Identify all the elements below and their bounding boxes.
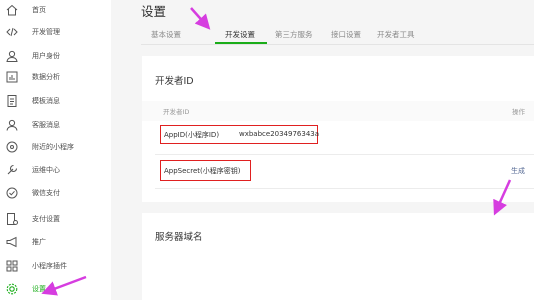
user-icon [5, 49, 19, 63]
tabs-divider [141, 44, 534, 45]
sidebar-item-wechat-pay[interactable]: 微信支付 [0, 183, 111, 203]
sidebar-item-ops-center[interactable]: 运维中心 [0, 160, 111, 180]
tab-dev-tools[interactable]: 开发者工具 [377, 29, 415, 40]
document-icon [5, 94, 19, 108]
tab-third-party[interactable]: 第三方服务 [275, 29, 313, 40]
tab-dev-settings[interactable]: 开发设置 [225, 29, 255, 40]
server-domain-title: 服务器域名 [155, 232, 203, 243]
wechat-pay-icon [5, 186, 19, 200]
sidebar-item-template-messages[interactable]: 模板消息 [0, 91, 111, 111]
appsecret-label: AppSecret(小程序密钥) [164, 167, 241, 175]
sidebar-item-promotion[interactable]: 推广 [0, 232, 111, 252]
sidebar-item-label: 首页 [32, 6, 46, 14]
sidebar-item-label: 小程序插件 [32, 262, 67, 270]
table-header: 开发者ID 操作 [142, 101, 534, 121]
payment-settings-icon [5, 212, 19, 226]
server-domain-card: 服务器域名 [142, 213, 534, 300]
sidebar-item-label: 附近的小程序 [32, 143, 74, 151]
sidebar-item-label: 运维中心 [32, 166, 60, 174]
sidebar-item-home[interactable]: 首页 [0, 0, 111, 20]
settings-gear-icon [5, 282, 19, 296]
developer-id-card: 开发者ID 开发者ID 操作 AppID(小程序ID) wxbabce20349… [142, 56, 534, 202]
sidebar-item-label: 微信支付 [32, 189, 60, 197]
developer-id-title: 开发者ID [155, 76, 194, 87]
tab-api-settings[interactable]: 接口设置 [331, 29, 361, 40]
page-title: 设置 [141, 4, 167, 19]
sidebar-item-label: 用户身份 [32, 52, 60, 60]
sidebar-item-label: 推广 [32, 238, 46, 246]
sidebar-item-nearby-mini-programs[interactable]: 附近的小程序 [0, 137, 111, 157]
sidebar-item-plugins[interactable]: 小程序插件 [0, 256, 111, 276]
plugin-grid-icon [5, 259, 19, 273]
sidebar-item-customer-service[interactable]: 客服消息 [0, 115, 111, 135]
sidebar-item-label: 支付设置 [32, 215, 60, 223]
sidebar-item-user-identity[interactable]: 用户身份 [0, 46, 111, 66]
sidebar: 首页 开发管理 用户身份 数据分析 模板消息 客服消息 附近的小程序 运维中心 … [0, 0, 111, 300]
sidebar-item-label: 模板消息 [32, 97, 60, 105]
customer-service-icon [5, 118, 19, 132]
sidebar-item-label: 设置 [32, 285, 46, 293]
sidebar-item-label: 开发管理 [32, 28, 60, 36]
header-actions: 操作 [512, 108, 525, 116]
tab-basic-settings[interactable]: 基本设置 [151, 29, 181, 40]
header-developer-id: 开发者ID [163, 108, 190, 116]
generate-secret-link[interactable]: 生成 [511, 166, 525, 176]
megaphone-icon [5, 235, 19, 249]
appid-label: AppID(小程序ID) [164, 131, 220, 139]
sidebar-item-label: 客服消息 [32, 121, 60, 129]
chart-icon [5, 70, 19, 84]
wrench-icon [5, 163, 19, 177]
code-icon [5, 25, 19, 39]
appid-value[interactable]: wxbabce2034976343a [239, 130, 319, 138]
sidebar-item-data-analysis[interactable]: 数据分析 [0, 67, 111, 87]
location-icon [5, 140, 19, 154]
sidebar-item-settings[interactable]: 设置 [0, 279, 111, 299]
sidebar-item-label: 数据分析 [32, 73, 60, 81]
sidebar-item-payment-settings[interactable]: 支付设置 [0, 209, 111, 229]
row-divider [155, 188, 534, 189]
home-icon [5, 3, 19, 17]
row-divider [155, 154, 534, 155]
sidebar-item-dev-management[interactable]: 开发管理 [0, 22, 111, 42]
main-content: 设置 基本设置 开发设置 第三方服务 接口设置 开发者工具 开发者ID 开发者I… [111, 0, 534, 300]
